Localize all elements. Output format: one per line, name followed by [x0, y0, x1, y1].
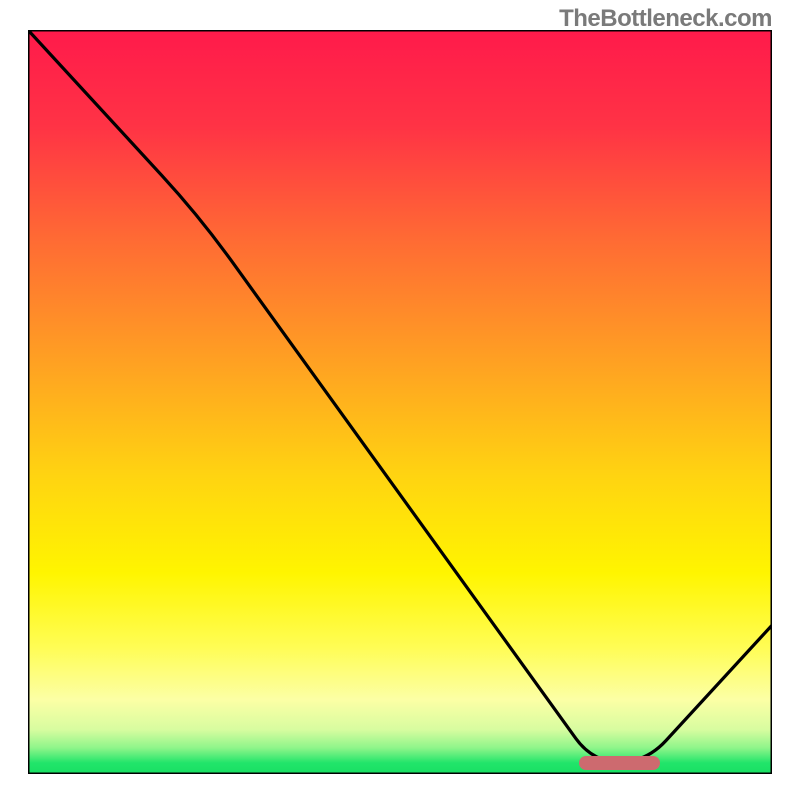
optimal-range-marker [579, 756, 661, 770]
chart-root: TheBottleneck.com [0, 0, 800, 800]
watermark-text: TheBottleneck.com [559, 5, 772, 33]
chart-svg [28, 30, 772, 774]
gradient-rect [28, 30, 772, 774]
plot-area [28, 30, 772, 774]
